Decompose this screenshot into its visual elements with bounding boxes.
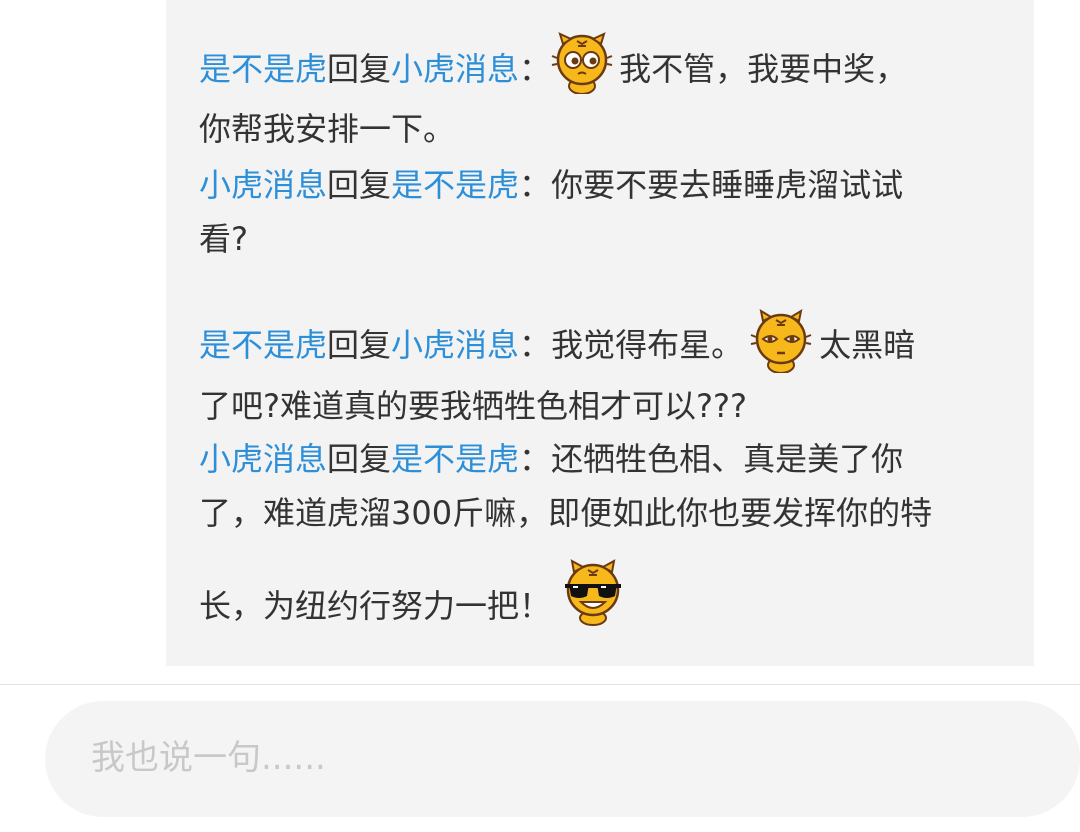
reply-item[interactable]: 是不是虎回复小虎消息： 我不管，我要中奖， 你帮我安排一下。: [199, 32, 999, 156]
reply-author-link[interactable]: 小虎消息: [199, 166, 327, 204]
reply-target-link[interactable]: 是不是虎: [391, 440, 519, 478]
reply-author-link[interactable]: 是不是虎: [199, 50, 327, 88]
reply-colon: ：: [519, 50, 552, 88]
reply-word: 回复: [327, 50, 392, 88]
comment-input[interactable]: 我也说一句......: [45, 701, 1080, 817]
reply-text: 还牺牲色相、真是美了你: [551, 440, 904, 478]
reply-colon: ：: [519, 326, 552, 364]
reply-line: 小虎消息回复是不是虎：还牺牲色相、真是美了你: [199, 432, 999, 486]
reply-word: 回复: [327, 166, 392, 204]
comment-input-bar: 我也说一句......: [0, 684, 1080, 832]
comment-input-placeholder: 我也说一句......: [91, 738, 326, 778]
reply-author-link[interactable]: 小虎消息: [199, 440, 327, 478]
reply-colon: ：: [519, 166, 552, 204]
tiger-speechless-icon: [749, 309, 813, 373]
reply-colon: ：: [519, 440, 552, 478]
tiger-sunglasses-icon: [561, 558, 625, 626]
reply-author-link[interactable]: 是不是虎: [199, 326, 327, 364]
reply-item[interactable]: 是不是虎回复小虎消息：我觉得布星。 太黑暗 了吧?难道真的要我牺牲色相才可以??…: [199, 309, 999, 433]
reply-target-link[interactable]: 小虎消息: [391, 326, 519, 364]
reply-line: 小虎消息回复是不是虎：你要不要去睡睡虎溜试试: [199, 158, 999, 212]
reply-list: 是不是虎回复小虎消息： 我不管，我要中奖， 你帮我安排一下。 小虎消息回复是不是…: [166, 0, 1034, 666]
reply-target-link[interactable]: 小虎消息: [391, 50, 519, 88]
reply-item[interactable]: 小虎消息回复是不是虎：还牺牲色相、真是美了你 了，难道虎溜300斤嘛，即便如此你…: [199, 432, 999, 642]
reply-text: 我觉得布星。: [551, 326, 744, 364]
reply-word: 回复: [327, 326, 392, 364]
reply-target-link[interactable]: 是不是虎: [391, 166, 519, 204]
reply-line: 是不是虎回复小虎消息： 我不管，我要中奖，: [199, 32, 999, 102]
reply-text: 我不管，我要中奖，: [619, 50, 908, 88]
reply-text-line: 看?: [199, 220, 248, 258]
reply-line: 是不是虎回复小虎消息：我觉得布星。 太黑暗: [199, 309, 999, 379]
reply-text-line: 你帮我安排一下。: [199, 110, 456, 148]
reply-text: 长，为纽约行努力一把！: [199, 587, 552, 625]
reply-word: 回复: [327, 440, 392, 478]
reply-text: 太黑暗: [819, 326, 916, 364]
reply-text-line: 长，为纽约行努力一把！: [199, 559, 999, 642]
reply-text-line: 了，难道虎溜300斤嘛，即便如此你也要发挥你的特: [199, 494, 933, 532]
reply-text-line: 了吧?难道真的要我牺牲色相才可以???: [199, 387, 747, 425]
reply-text: 你要不要去睡睡虎溜试试: [551, 166, 904, 204]
tiger-thinking-icon: [551, 32, 613, 94]
reply-item[interactable]: 小虎消息回复是不是虎：你要不要去睡睡虎溜试试 看?: [199, 158, 999, 266]
